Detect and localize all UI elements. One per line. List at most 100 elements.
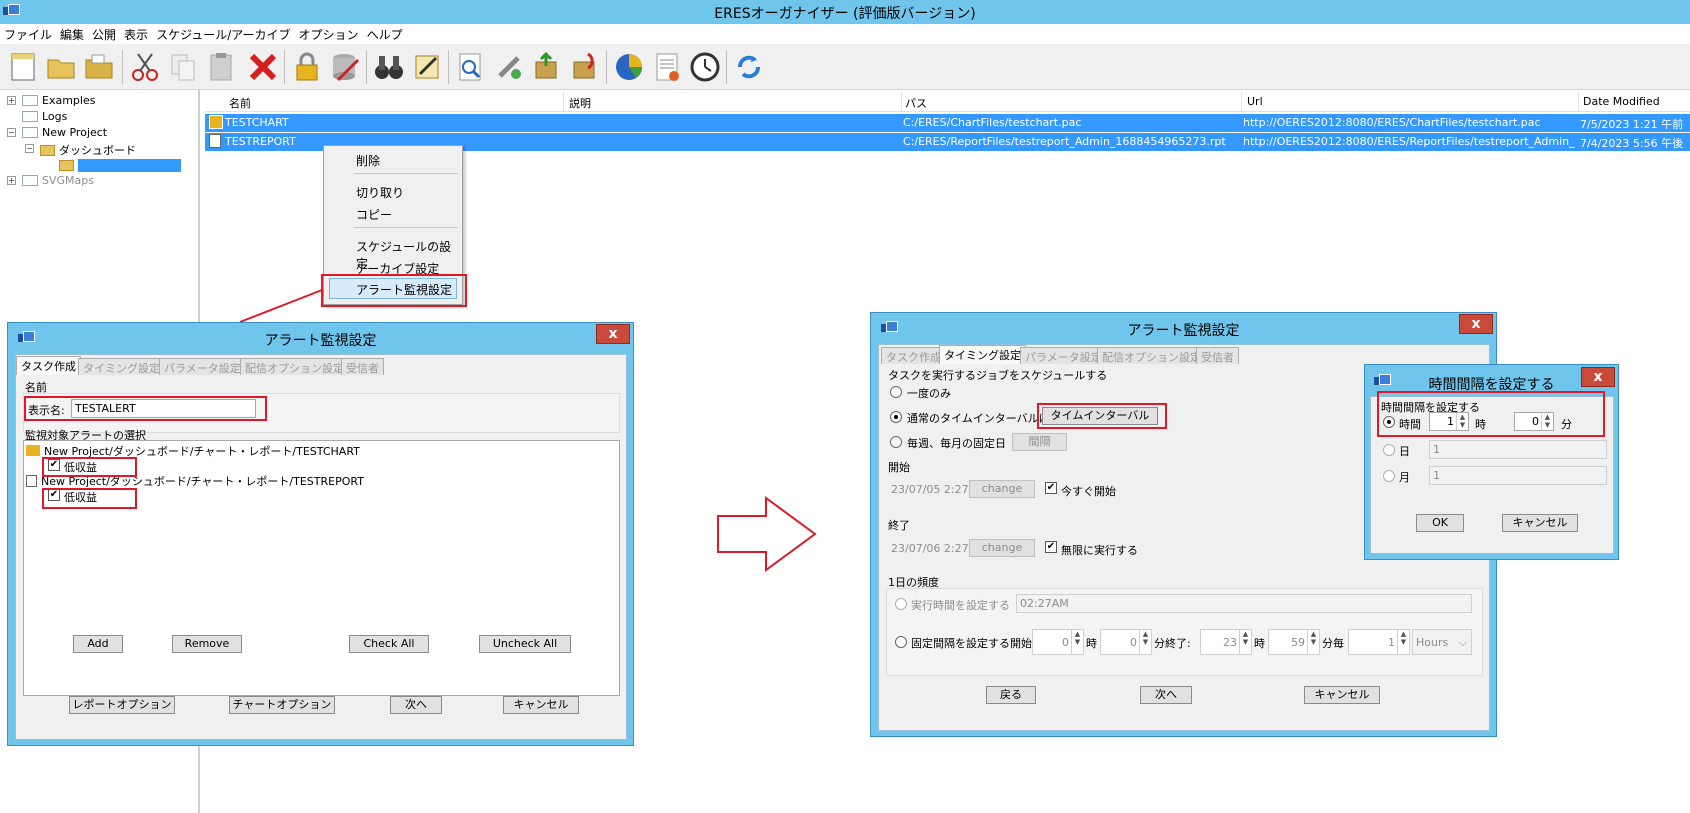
uncheck-all-button[interactable]: Uncheck All bbox=[479, 635, 571, 653]
dialog-body: タスク作成 タイミング設定 パラメータ設定 配信オプション設定 受信者 名前 表… bbox=[15, 354, 627, 740]
tab-timing[interactable]: タイミング設定 bbox=[78, 358, 165, 375]
end-hour-stepper[interactable]: 23 ▲ ▼ bbox=[1200, 629, 1252, 655]
clock-icon[interactable] bbox=[688, 50, 722, 84]
tree-item-new-project[interactable]: New Project bbox=[22, 126, 107, 139]
run-forever-checkbox[interactable]: ✔ bbox=[1045, 541, 1057, 553]
menu-file[interactable]: ファイル bbox=[0, 24, 56, 43]
ok-button[interactable]: OK bbox=[1416, 514, 1464, 532]
tab-parameters[interactable]: パラメータ設定 bbox=[159, 358, 246, 375]
pie-chart-icon[interactable] bbox=[612, 50, 646, 84]
new-icon[interactable] bbox=[6, 50, 40, 84]
tab-recipients[interactable]: 受信者 bbox=[1196, 347, 1239, 364]
end-minute-stepper[interactable]: 59 ▲ ▼ bbox=[1268, 629, 1320, 655]
expand-icon[interactable]: + bbox=[7, 96, 16, 105]
back-button[interactable]: 戻る bbox=[986, 686, 1036, 704]
tree-item-dashboard[interactable]: ダッシュボード bbox=[40, 142, 136, 158]
start-minute-stepper[interactable]: 0 ▲ ▼ bbox=[1100, 629, 1152, 655]
month-input[interactable]: 1 bbox=[1429, 466, 1607, 485]
edit-icon[interactable] bbox=[410, 50, 444, 84]
add-button[interactable]: Add bbox=[73, 635, 123, 653]
interval-radio[interactable] bbox=[890, 411, 902, 423]
check-all-button[interactable]: Check All bbox=[349, 635, 429, 653]
fixed-day-radio[interactable] bbox=[890, 436, 902, 448]
binoculars-icon[interactable] bbox=[372, 50, 406, 84]
database-icon[interactable] bbox=[328, 50, 362, 84]
menu-help[interactable]: ヘルプ bbox=[363, 24, 407, 43]
open-folder-icon[interactable] bbox=[44, 50, 78, 84]
link-icon[interactable] bbox=[492, 50, 526, 84]
menu-item-copy[interactable]: コピー bbox=[356, 206, 392, 223]
remove-button[interactable]: Remove bbox=[172, 635, 242, 653]
export-icon[interactable] bbox=[530, 50, 564, 84]
tab-delivery[interactable]: 配信オプション設定 bbox=[1097, 347, 1206, 364]
highlight-box bbox=[1377, 391, 1605, 437]
set-time-radio[interactable] bbox=[895, 598, 907, 610]
change-start-button[interactable]: change bbox=[969, 480, 1035, 498]
cancel-button[interactable]: キャンセル bbox=[503, 696, 579, 714]
change-end-button[interactable]: change bbox=[969, 539, 1035, 557]
tab-parameters[interactable]: パラメータ設定 bbox=[1020, 347, 1107, 364]
menu-schedule[interactable]: スケジュール/アーカイブ bbox=[152, 24, 294, 43]
cut-icon[interactable] bbox=[128, 50, 162, 84]
cancel-button[interactable]: キャンセル bbox=[1502, 514, 1578, 532]
copy-icon[interactable] bbox=[166, 50, 200, 84]
tree-item-chart-report[interactable]: チャート・レポート bbox=[59, 157, 181, 173]
project-icon bbox=[22, 95, 38, 106]
interval-spacing-button[interactable]: 間隔 bbox=[1012, 433, 1067, 451]
tab-timing[interactable]: タイミング設定 bbox=[939, 345, 1026, 364]
tab-task-create[interactable]: タスク作成 bbox=[881, 347, 946, 364]
menu-item-delete[interactable]: 削除 bbox=[356, 152, 380, 169]
collapse-icon[interactable]: − bbox=[25, 144, 34, 153]
close-button[interactable]: x bbox=[1459, 314, 1493, 334]
column-path[interactable]: パス bbox=[905, 95, 927, 111]
column-description[interactable]: 説明 bbox=[569, 95, 591, 111]
tab-delivery[interactable]: 配信オプション設定 bbox=[240, 358, 349, 375]
day-radio[interactable] bbox=[1383, 444, 1395, 456]
cancel-button[interactable]: キャンセル bbox=[1304, 686, 1380, 704]
report-options-button[interactable]: レポートオプション bbox=[69, 696, 175, 714]
menu-publish[interactable]: 公開 bbox=[88, 24, 120, 43]
next-button[interactable]: 次へ bbox=[390, 696, 442, 714]
paste-icon[interactable] bbox=[204, 50, 238, 84]
menu-item-cut[interactable]: 切り取り bbox=[356, 184, 404, 201]
tree-item-examples[interactable]: Examples bbox=[22, 94, 95, 107]
report-icon[interactable] bbox=[650, 50, 684, 84]
set-fixed-radio[interactable] bbox=[895, 636, 907, 648]
tab-task-create[interactable]: タスク作成 bbox=[16, 356, 81, 375]
tree-item-logs[interactable]: Logs bbox=[22, 110, 67, 123]
collapse-icon[interactable]: − bbox=[7, 128, 16, 137]
close-button[interactable]: x bbox=[1581, 367, 1615, 387]
day-input[interactable]: 1 bbox=[1429, 440, 1607, 459]
next-button[interactable]: 次へ bbox=[1140, 686, 1192, 704]
lock-icon[interactable] bbox=[290, 50, 324, 84]
preview-icon[interactable] bbox=[454, 50, 488, 84]
window-title: ERESオーガナイザー (評価版バージョン) bbox=[714, 6, 976, 22]
once-radio[interactable] bbox=[890, 386, 902, 398]
every-label: 分毎 bbox=[1322, 637, 1344, 650]
report-file-icon bbox=[26, 475, 37, 487]
start-hour-stepper[interactable]: 0 ▲ ▼ bbox=[1032, 629, 1084, 655]
column-url[interactable]: Url bbox=[1247, 95, 1263, 108]
package-icon[interactable] bbox=[568, 50, 602, 84]
start-now-checkbox[interactable]: ✔ bbox=[1045, 482, 1057, 494]
every-stepper[interactable]: 1 ▲ ▼ bbox=[1348, 629, 1410, 655]
refresh-icon[interactable] bbox=[732, 50, 766, 84]
month-radio[interactable] bbox=[1383, 470, 1395, 482]
chart-options-button[interactable]: チャートオプション bbox=[229, 696, 335, 714]
list-row[interactable]: TESTCHART C:/ERES/ChartFiles/testchart.p… bbox=[205, 114, 1690, 132]
menu-view[interactable]: 表示 bbox=[120, 24, 152, 43]
every-unit-select[interactable]: Hours ⌵ bbox=[1412, 629, 1472, 655]
folder-icon[interactable] bbox=[82, 50, 116, 84]
run-time-input[interactable]: 02:27AM bbox=[1016, 594, 1472, 613]
menu-options[interactable]: オプション bbox=[295, 24, 363, 43]
close-button[interactable]: x bbox=[596, 324, 630, 344]
column-date-modified[interactable]: Date Modified bbox=[1583, 95, 1660, 108]
start-now-label: 今すぐ開始 bbox=[1061, 485, 1116, 498]
delete-icon[interactable] bbox=[246, 50, 280, 84]
tree-item-svgmaps[interactable]: SVGMaps bbox=[22, 174, 94, 187]
expand-icon[interactable]: + bbox=[7, 176, 16, 185]
set-fixed-label: 固定間隔を設定する bbox=[911, 637, 1010, 650]
tab-recipients[interactable]: 受信者 bbox=[341, 358, 384, 375]
column-name[interactable]: 名前 bbox=[229, 95, 251, 111]
menu-edit[interactable]: 編集 bbox=[56, 24, 88, 43]
